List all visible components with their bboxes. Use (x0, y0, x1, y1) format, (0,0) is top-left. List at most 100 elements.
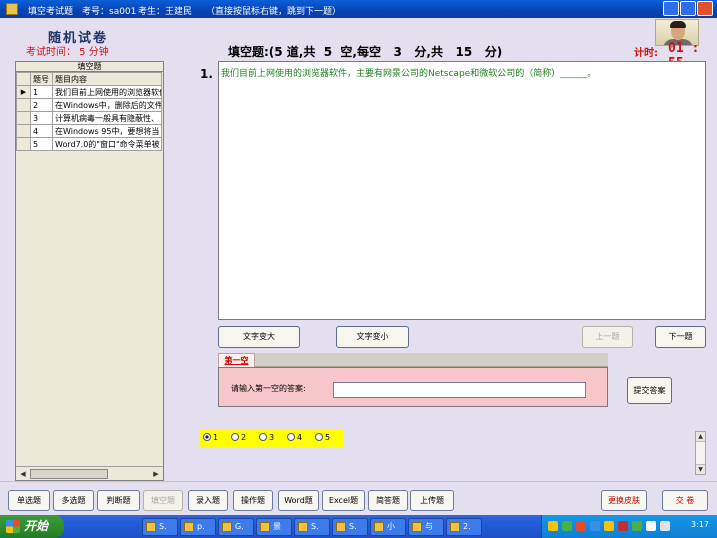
document-icon (412, 522, 422, 532)
tray-icon[interactable] (646, 521, 656, 531)
section-heading: 填空题:(5 道,共 5 空,每空 3 分,共 15 分) (228, 45, 503, 59)
font-smaller-button[interactable]: 文字变小 (336, 326, 409, 348)
category-upload[interactable]: 上传题 (410, 490, 454, 511)
scroll-up-icon[interactable]: ▲ (696, 432, 705, 442)
radio-question-3[interactable]: 3 (259, 433, 274, 442)
prev-question-button[interactable]: 上一题 (582, 326, 633, 348)
maximize-button[interactable] (680, 1, 696, 16)
taskbar-item[interactable]: 与 (408, 518, 444, 536)
category-excel[interactable]: Excel题 (322, 490, 365, 511)
app-icon (336, 522, 346, 532)
answer-panel: 第一空 请输入第一空的答案: (218, 353, 608, 407)
tray-icon[interactable] (632, 521, 642, 531)
table-row[interactable]: 5 Word7.0的"窗口"命令菜单被 (16, 137, 162, 151)
tray-icon[interactable] (548, 521, 558, 531)
window-controls (663, 1, 715, 17)
answer-input[interactable] (333, 382, 586, 398)
timer-label: 计时: (634, 48, 658, 59)
column-header-number: 题号 (30, 72, 53, 86)
submit-paper-button[interactable]: 交 卷 (662, 490, 708, 511)
category-operation[interactable]: 操作题 (233, 490, 273, 511)
scrollbar-thumb[interactable] (30, 469, 108, 479)
submit-answer-button[interactable]: 提交答案 (627, 377, 672, 404)
taskbar-clock: 3:17 (691, 520, 709, 529)
category-multi-choice[interactable]: 多选题 (53, 490, 94, 511)
category-typing[interactable]: 录入题 (188, 490, 228, 511)
row-number: 2 (30, 98, 53, 112)
table-row[interactable]: 2 在Windows中，删除后的文件 (16, 98, 162, 112)
question-nav-radios: 1 2 3 4 5 (200, 430, 343, 448)
app-icon (450, 522, 460, 532)
row-number: 4 (30, 124, 53, 138)
minimize-button[interactable] (663, 1, 679, 16)
taskbar-item[interactable]: 2. (446, 518, 482, 536)
table-row[interactable]: 3 计算机病毒一般具有隐蔽性、 (16, 111, 162, 125)
taskbar-item[interactable]: S. (332, 518, 368, 536)
taskbar-item[interactable]: 景 (256, 518, 292, 536)
question-list-caption: 填空题 (16, 62, 163, 72)
table-row[interactable]: 4 在Windows 95中，要想将当 (16, 124, 162, 138)
speaker-icon[interactable] (660, 521, 670, 531)
row-content: Word7.0的"窗口"命令菜单被 (52, 137, 162, 151)
question-list: 填空题 题号 题目内容 ▶ 1 我们目前上网使用的浏览器软件 2 在Window… (15, 61, 164, 481)
answer-prompt: 请输入第一空的答案: (231, 384, 306, 393)
row-content: 在Windows 95中，要想将当 (52, 124, 162, 138)
folder-icon (146, 522, 156, 532)
vertical-scrollbar[interactable]: ▲ ▼ (695, 431, 706, 475)
radio-question-4[interactable]: 4 (287, 433, 302, 442)
taskbar-item[interactable]: p. (180, 518, 216, 536)
window-title: 填空考试题 (28, 7, 74, 17)
question-number: 1. (200, 67, 213, 81)
next-question-button[interactable]: 下一题 (655, 326, 706, 348)
tray-icon[interactable] (590, 521, 600, 531)
row-content: 我们目前上网使用的浏览器软件 (52, 85, 162, 99)
exam-id: 考号：sa001 (82, 7, 137, 17)
app-icon (184, 522, 194, 532)
scroll-left-icon[interactable]: ◀ (17, 468, 29, 480)
app-icon (222, 522, 232, 532)
category-short-answer[interactable]: 简答题 (368, 490, 408, 511)
category-true-false[interactable]: 判断题 (97, 490, 140, 511)
tray-icon[interactable] (618, 521, 628, 531)
taskbar-item[interactable]: G. (218, 518, 254, 536)
tray-icon[interactable] (604, 521, 614, 531)
tray-icon[interactable] (576, 521, 586, 531)
row-content: 在Windows中，删除后的文件 (52, 98, 162, 112)
font-bigger-button[interactable]: 文字变大 (218, 326, 300, 348)
browser-icon (260, 522, 270, 532)
taskbar-item[interactable]: S. (294, 518, 330, 536)
taskbar-item[interactable]: S. (142, 518, 178, 536)
system-tray: 3:17 (541, 515, 717, 538)
category-single-choice[interactable]: 单选题 (8, 490, 50, 511)
taskbar-item[interactable]: 小 (370, 518, 406, 536)
change-skin-button[interactable]: 更换皮肤 (601, 490, 647, 511)
column-header-content: 题目内容 (52, 72, 162, 86)
question-text: 我们目前上网使用的浏览器软件，主要有网景公司的Netscape和微软公司的（简称… (221, 69, 597, 79)
category-word[interactable]: Word题 (278, 490, 319, 511)
row-number: 5 (30, 137, 53, 151)
app-icon (298, 522, 308, 532)
hint-text: （直接按鼠标右键，跳到下一题） (206, 7, 342, 17)
radio-question-5[interactable]: 5 (315, 433, 330, 442)
app-icon (374, 522, 384, 532)
question-table: 题号 题目内容 ▶ 1 我们目前上网使用的浏览器软件 2 在Windows中，删… (16, 72, 162, 151)
scroll-down-icon[interactable]: ▼ (696, 464, 705, 474)
examinee-name: 考生：王建民 (138, 7, 193, 17)
scroll-right-icon[interactable]: ▶ (150, 468, 162, 480)
taskbar: 开始 S. p. G. 景 S. S. 小 与 2. 3:17 (0, 515, 717, 538)
horizontal-scrollbar[interactable]: ◀ ▶ (16, 466, 163, 480)
radio-question-1[interactable]: 1 (203, 433, 218, 442)
tray-icon[interactable] (562, 521, 572, 531)
tab-first-blank[interactable]: 第一空 (218, 353, 255, 367)
row-number: 1 (30, 85, 53, 99)
start-button[interactable]: 开始 (0, 515, 64, 538)
radio-question-2[interactable]: 2 (231, 433, 246, 442)
row-content: 计算机病毒一般具有隐蔽性、 (52, 111, 162, 125)
category-fill-blank[interactable]: 填空题 (143, 490, 183, 511)
app-icon (6, 3, 18, 15)
current-row-arrow-icon: ▶ (16, 85, 31, 99)
exam-time: 考试时间： 5 分钟 (26, 47, 109, 58)
close-button[interactable] (697, 1, 713, 16)
table-row[interactable]: ▶ 1 我们目前上网使用的浏览器软件 (16, 85, 162, 99)
question-box: 我们目前上网使用的浏览器软件，主要有网景公司的Netscape和微软公司的（简称… (218, 61, 706, 320)
